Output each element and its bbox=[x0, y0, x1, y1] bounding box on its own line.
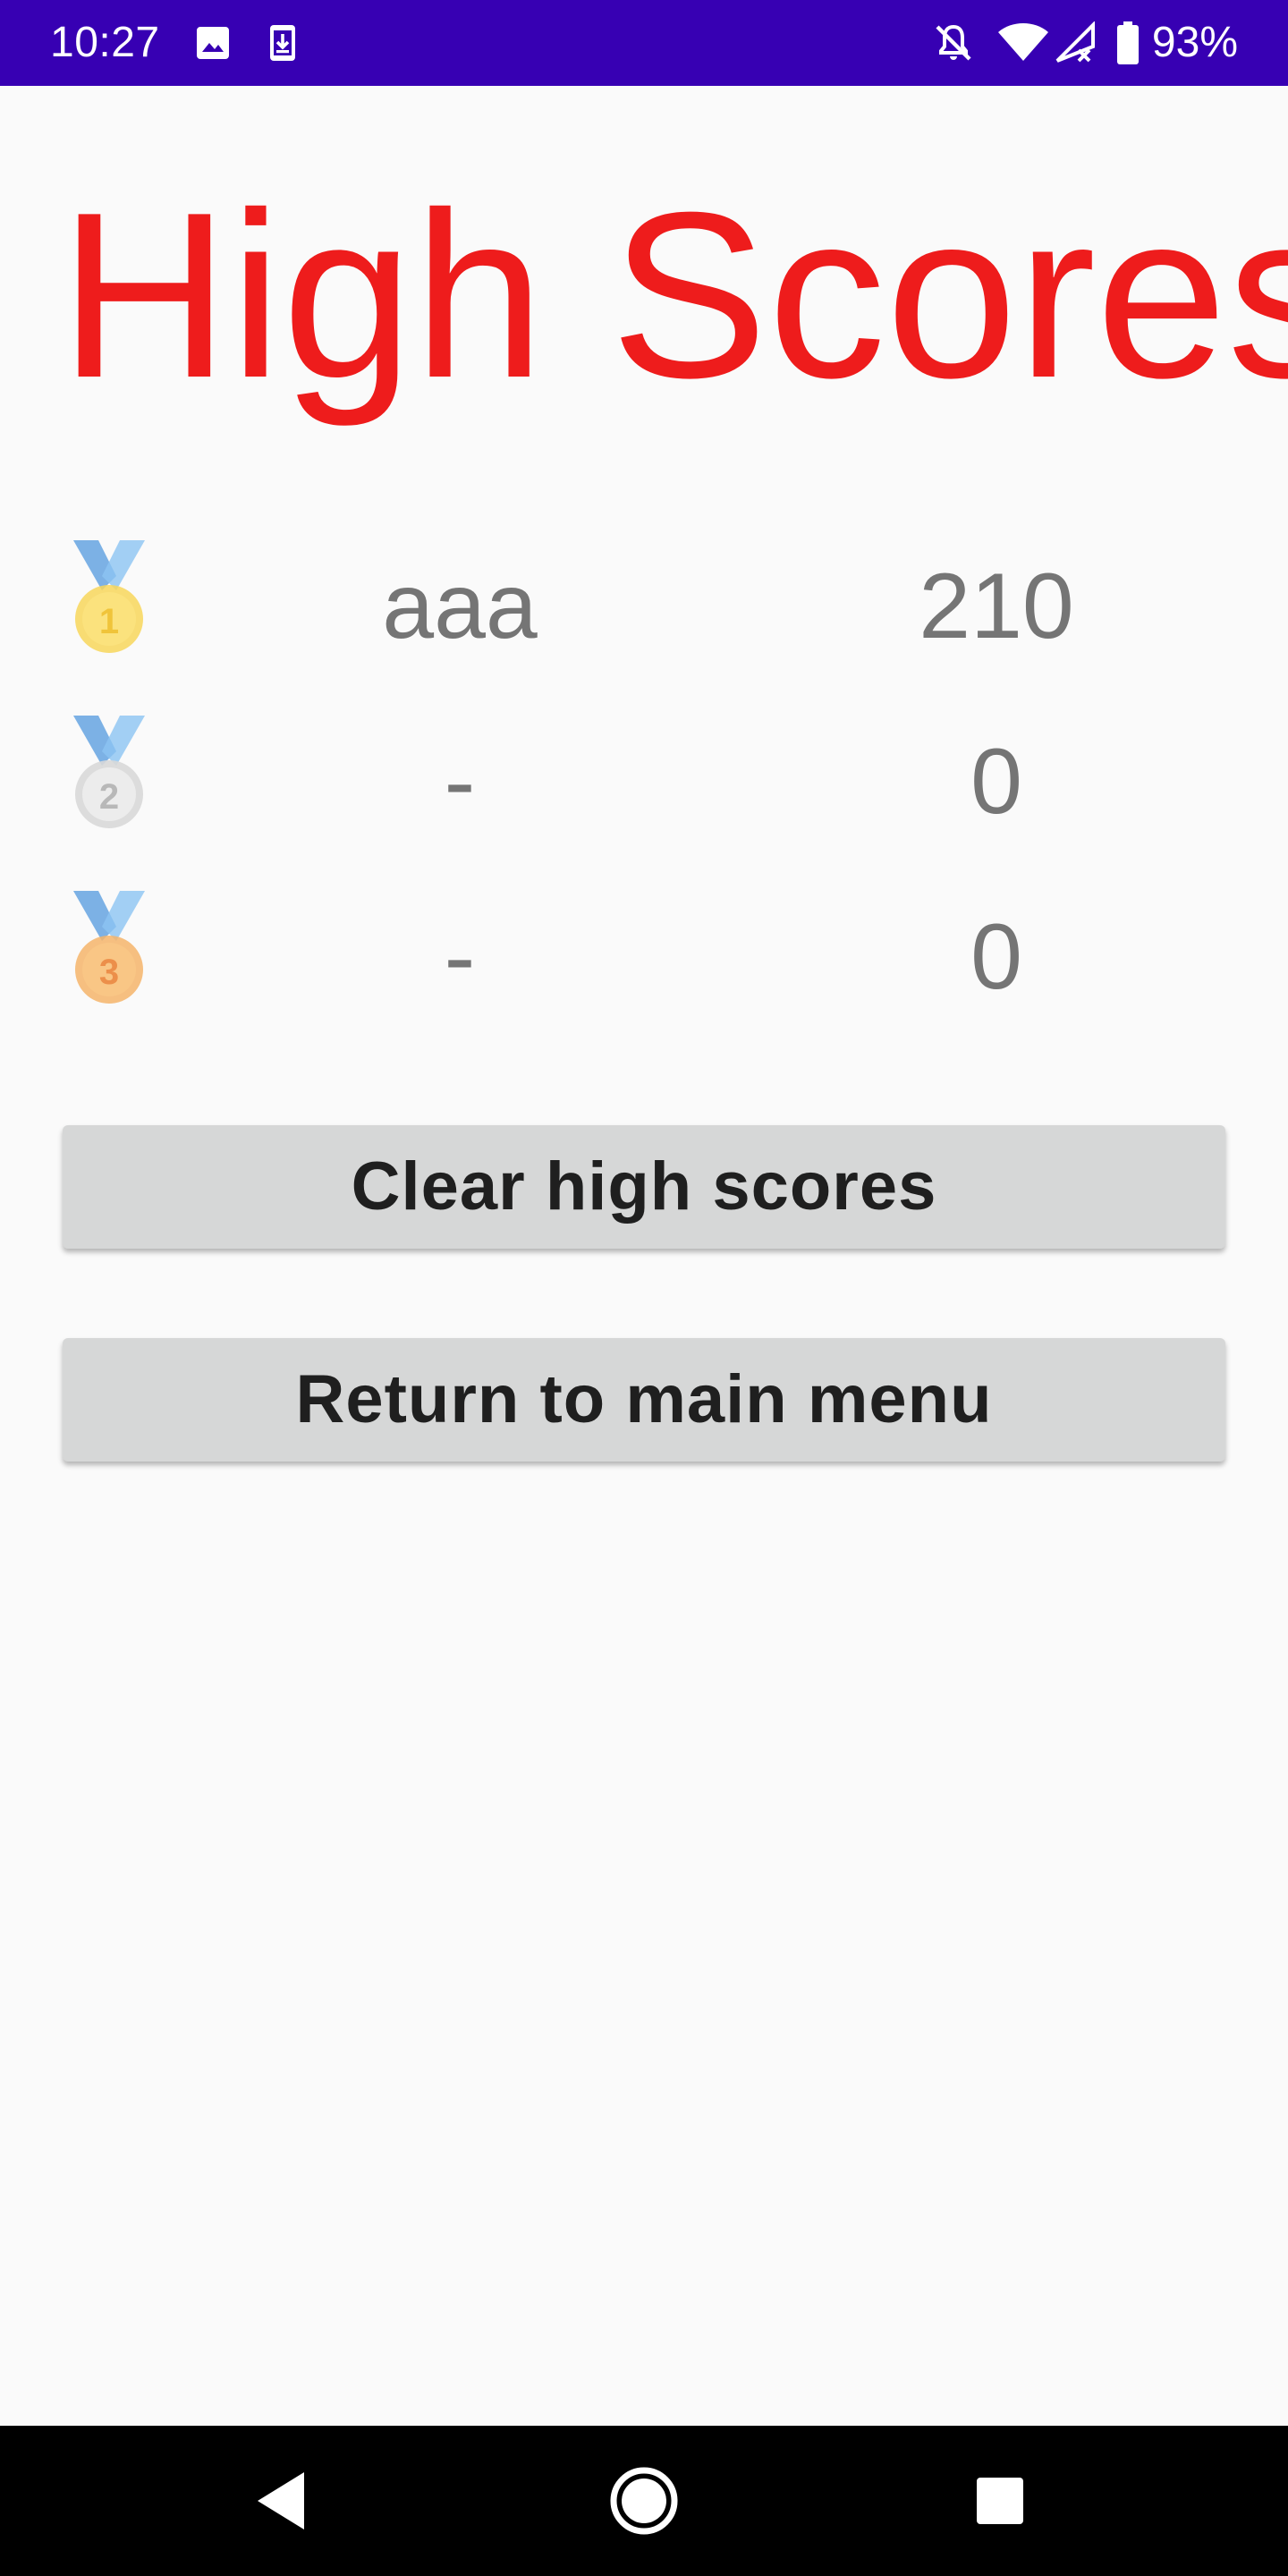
player-name: aaa bbox=[382, 555, 538, 658]
page-title: High Scores bbox=[59, 163, 1288, 427]
high-scores-screen: 10:27 93% High Scores 1 aaa 210 2 - 0 3 … bbox=[0, 0, 1288, 2576]
wifi-icon bbox=[998, 23, 1048, 61]
image-icon bbox=[197, 27, 229, 59]
navigation-bar bbox=[0, 2426, 1288, 2576]
download-icon bbox=[270, 25, 295, 61]
battery-percentage: 93% bbox=[1151, 19, 1238, 66]
score-row: 3 - 0 bbox=[0, 891, 1288, 1016]
home-icon[interactable] bbox=[608, 2465, 680, 2537]
score-row: 1 aaa 210 bbox=[0, 540, 1288, 665]
player-score: 0 bbox=[970, 905, 1022, 1009]
signal-icon bbox=[1055, 21, 1095, 63]
player-score: 0 bbox=[970, 730, 1022, 834]
status-time: 10:27 bbox=[50, 19, 160, 66]
notifications-off-icon bbox=[936, 24, 971, 61]
player-name: - bbox=[444, 905, 476, 1009]
player-score: 210 bbox=[919, 555, 1074, 658]
recents-icon[interactable] bbox=[964, 2465, 1036, 2537]
bronze-medal-icon: 3 bbox=[73, 891, 145, 1004]
back-icon[interactable] bbox=[247, 2465, 318, 2537]
svg-text:1: 1 bbox=[99, 602, 119, 641]
battery-icon bbox=[1117, 21, 1139, 64]
silver-medal-icon: 2 bbox=[73, 716, 145, 828]
status-bar: 10:27 93% bbox=[0, 0, 1288, 86]
svg-text:3: 3 bbox=[99, 953, 119, 992]
return-to-main-menu-button[interactable]: Return to main menu bbox=[63, 1338, 1225, 1462]
gold-medal-icon: 1 bbox=[73, 540, 145, 653]
player-name: - bbox=[444, 730, 476, 834]
score-row: 2 - 0 bbox=[0, 716, 1288, 841]
clear-high-scores-button[interactable]: Clear high scores bbox=[63, 1125, 1225, 1249]
svg-text:2: 2 bbox=[99, 777, 119, 817]
